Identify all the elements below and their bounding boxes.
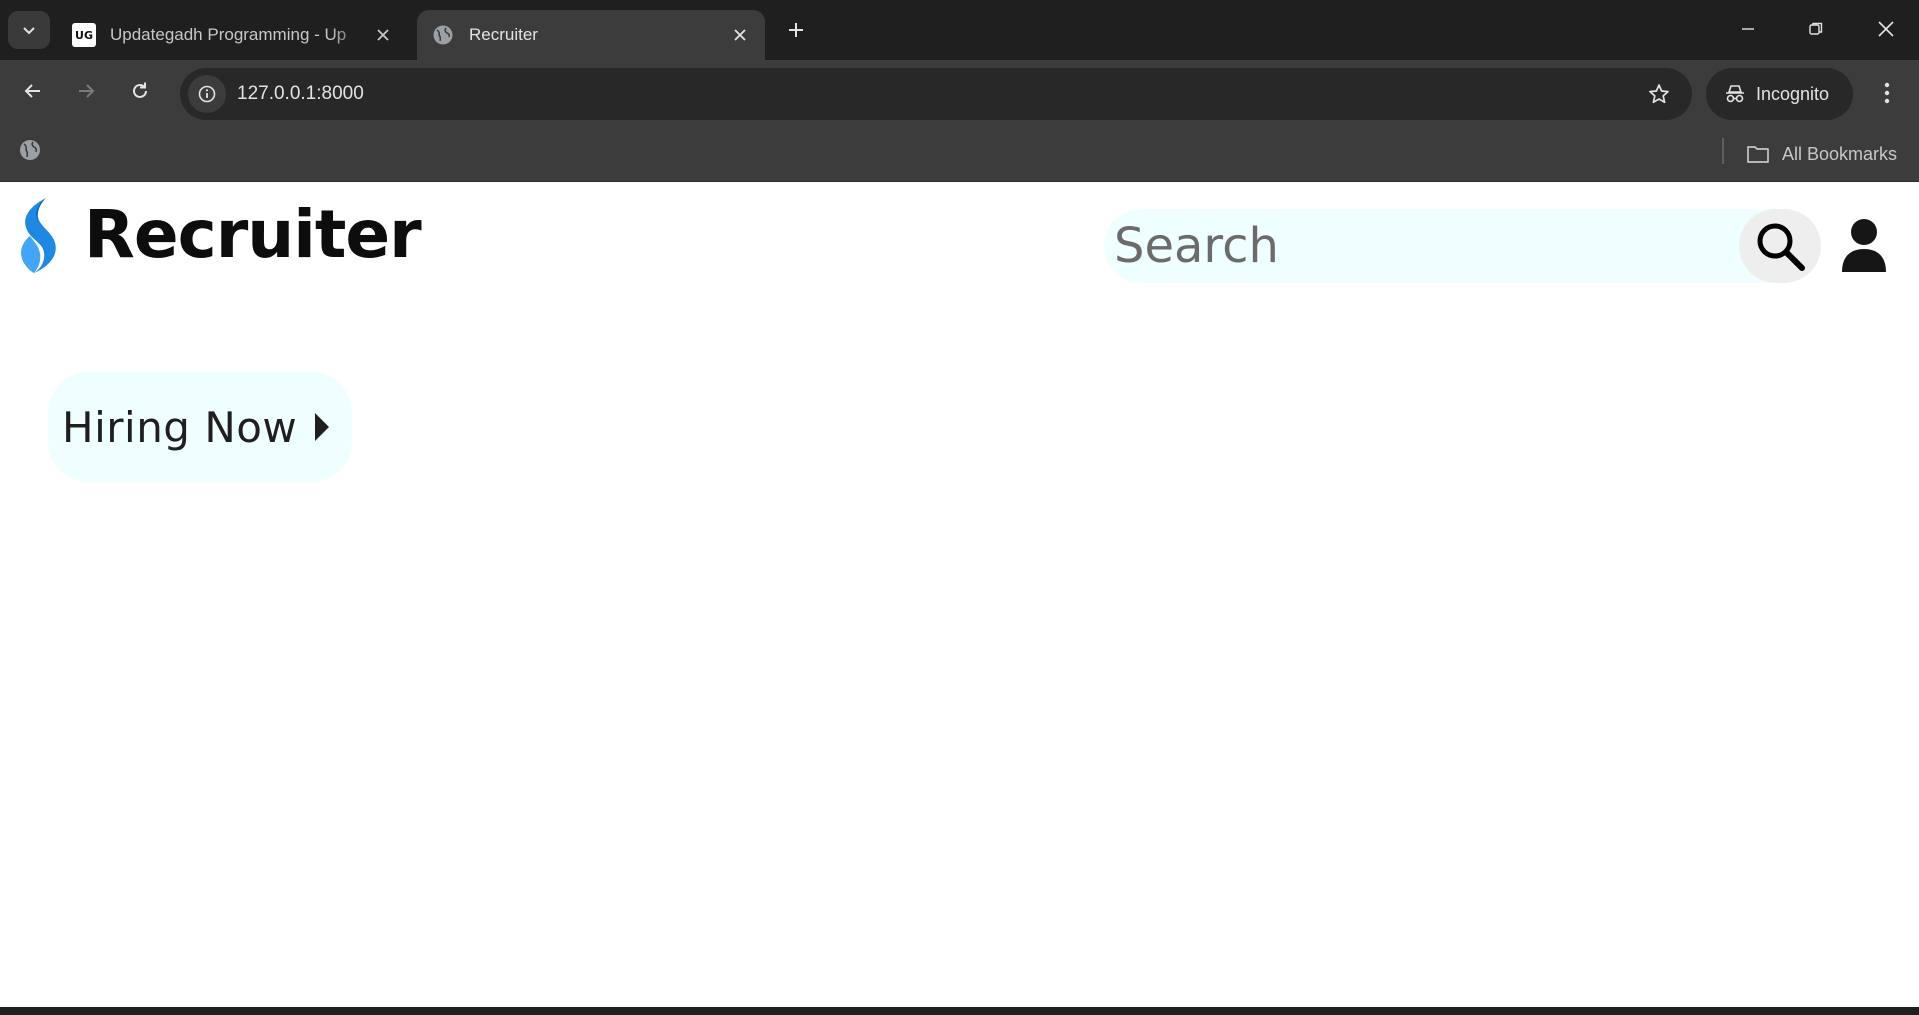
search-button[interactable] bbox=[1739, 209, 1821, 283]
arrow-left-icon bbox=[24, 84, 40, 98]
close-window-button[interactable] bbox=[1856, 6, 1916, 52]
browser-toolbar: 127.0.0.1:8000 Incognito bbox=[0, 60, 1919, 127]
tab-title: Updategadh Programming - Up bbox=[110, 25, 347, 44]
bookmark-star-button[interactable] bbox=[1646, 81, 1672, 107]
tab-strip: UG Updategadh Programming - Up Recruiter bbox=[0, 0, 1919, 60]
brand-name: Recruiter bbox=[84, 196, 422, 273]
hiring-now-label: Hiring Now bbox=[62, 402, 298, 452]
user-icon bbox=[1842, 219, 1886, 272]
arrow-right-icon bbox=[79, 84, 95, 98]
url-text[interactable]: 127.0.0.1:8000 bbox=[237, 68, 364, 120]
reload-icon bbox=[133, 82, 147, 98]
incognito-profile-button[interactable]: Incognito bbox=[1706, 68, 1853, 120]
caret-right-icon bbox=[315, 413, 330, 441]
address-bar[interactable]: 127.0.0.1:8000 bbox=[180, 68, 1692, 120]
back-button[interactable] bbox=[14, 72, 52, 110]
taskbar-edge bbox=[0, 1007, 1919, 1015]
reload-button[interactable] bbox=[121, 72, 159, 110]
forward-button[interactable] bbox=[67, 72, 105, 110]
star-icon bbox=[1649, 84, 1669, 104]
folder-icon bbox=[1747, 146, 1769, 163]
all-bookmarks-label: All Bookmarks bbox=[1782, 143, 1898, 164]
search-icon bbox=[1757, 223, 1805, 271]
search-input[interactable] bbox=[1108, 209, 1728, 283]
new-tab-button[interactable] bbox=[780, 14, 812, 46]
hiring-now-button[interactable]: Hiring Now bbox=[48, 372, 352, 482]
info-icon bbox=[198, 85, 216, 103]
ug-logo-icon: UG bbox=[72, 23, 96, 47]
close-tab-icon[interactable] bbox=[370, 22, 396, 48]
browser-menu-button[interactable] bbox=[1872, 74, 1902, 112]
page-content: Recruiter Hiring Now bbox=[0, 182, 1919, 1007]
restore-button[interactable] bbox=[1786, 6, 1846, 52]
all-bookmarks-button[interactable]: All Bookmarks bbox=[1746, 127, 1897, 181]
tab-search-button[interactable] bbox=[8, 11, 50, 49]
brand-logo-icon bbox=[21, 198, 56, 273]
tab-recruiter[interactable]: Recruiter bbox=[417, 10, 765, 60]
bookmarks-bar bbox=[0, 127, 1919, 182]
chevron-down-icon bbox=[23, 27, 35, 35]
close-icon bbox=[1878, 21, 1894, 37]
close-tab-icon[interactable] bbox=[727, 22, 753, 48]
minimize-button[interactable] bbox=[1718, 6, 1778, 52]
tab-updategadh[interactable]: UG Updategadh Programming - Up bbox=[60, 10, 408, 60]
more-vertical-icon bbox=[1884, 82, 1890, 104]
globe-icon[interactable] bbox=[18, 138, 42, 162]
bookmarks-separator bbox=[1722, 138, 1724, 164]
incognito-icon bbox=[1726, 85, 1744, 103]
restore-icon bbox=[1809, 22, 1823, 35]
user-profile-button[interactable] bbox=[1836, 216, 1892, 274]
tab-title: Recruiter bbox=[469, 25, 538, 44]
minimize-icon bbox=[1742, 28, 1754, 30]
globe-icon bbox=[431, 23, 455, 47]
profile-label: Incognito bbox=[1756, 83, 1830, 104]
plus-icon bbox=[789, 23, 803, 37]
site-info-button[interactable] bbox=[188, 75, 226, 113]
search-bar bbox=[1104, 209, 1821, 283]
brand[interactable]: Recruiter bbox=[16, 196, 422, 274]
